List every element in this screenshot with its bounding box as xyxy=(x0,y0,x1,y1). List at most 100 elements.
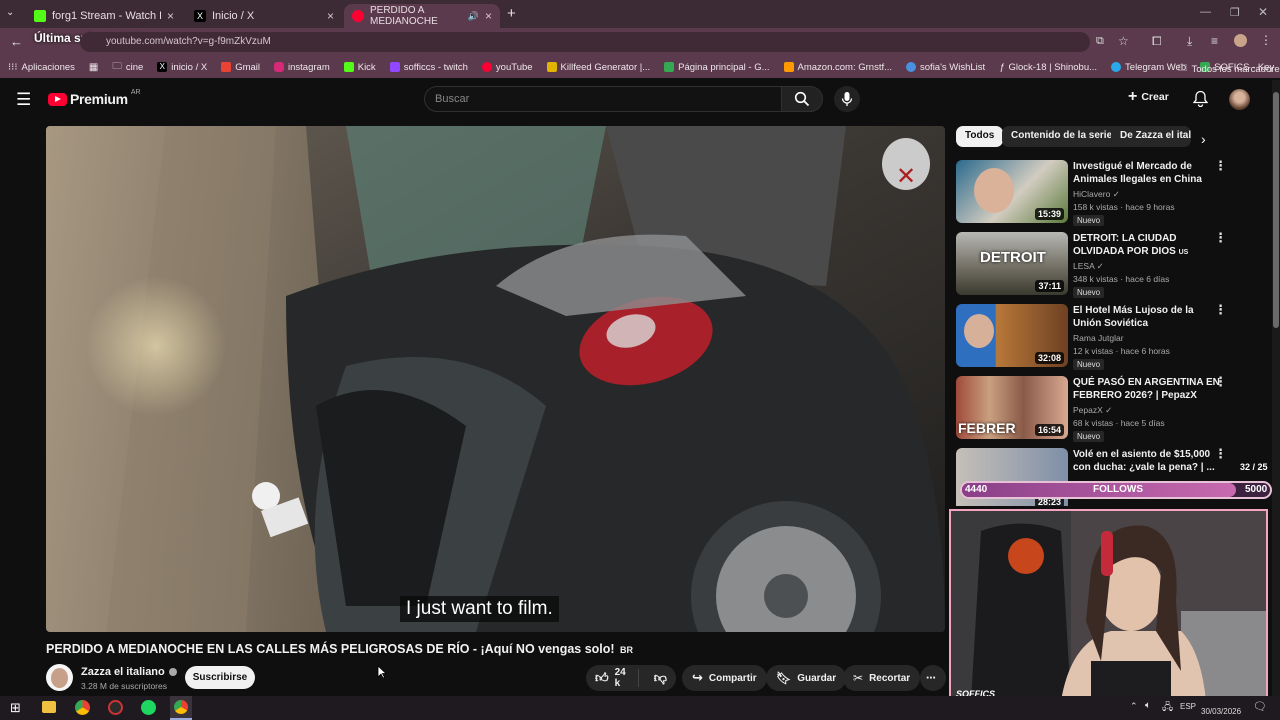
rec-menu-icon[interactable]: ⋮ xyxy=(1214,303,1227,316)
rec-thumbnail[interactable]: FEBRER 16:54 xyxy=(956,376,1068,439)
search-button[interactable] xyxy=(781,86,823,112)
chevron-right-icon[interactable]: › xyxy=(1201,131,1206,147)
like-button[interactable]: 👍︎ 24 k xyxy=(586,667,639,689)
app-icon[interactable] xyxy=(108,700,123,715)
notifications-bell-icon[interactable] xyxy=(1193,90,1208,107)
bookmark-label: sofficcs - twitch xyxy=(403,61,468,73)
bookmark-wishlist[interactable]: sofia's WishList xyxy=(906,62,985,73)
voice-search-button[interactable] xyxy=(834,86,860,112)
rec-menu-icon[interactable]: ⋮ xyxy=(1214,159,1227,172)
chip-de-zazza[interactable]: De Zazza el itali xyxy=(1111,126,1191,147)
rec-menu-icon[interactable]: ⋮ xyxy=(1214,231,1227,244)
bookmark-label: Telegram Web xyxy=(1125,61,1187,73)
tab-search-icon[interactable]: ⌄ xyxy=(6,7,14,18)
page-scrollbar[interactable] xyxy=(1272,80,1280,696)
back-arrow-icon[interactable]: ← xyxy=(10,34,23,49)
subscribe-button[interactable]: Suscribirse xyxy=(185,666,255,689)
system-tray-chevron-icon[interactable]: ⌃ xyxy=(1130,701,1138,712)
bookmark-label: sofia's WishList xyxy=(920,61,986,73)
network-icon[interactable]: 🖧︎ xyxy=(1162,700,1173,717)
channel-avatar[interactable] xyxy=(46,664,73,691)
bookmarks-bar: ⁝⁝⁝ Aplicaciones ▦ 🗀 cine Xinicio / X Gmai… xyxy=(0,56,1280,78)
url-field[interactable]: youtube.com/watch?v=g-f9mZkVzuM xyxy=(80,32,1090,52)
file-explorer-icon[interactable] xyxy=(42,701,56,713)
create-button[interactable]: + Crear xyxy=(1128,89,1169,105)
bookmark-star-icon[interactable]: ☆ xyxy=(1118,34,1129,48)
duration-badge: 37:11 xyxy=(1035,280,1064,292)
scrollbar-thumb[interactable] xyxy=(1273,92,1279,328)
close-tab-icon[interactable]: × xyxy=(167,9,174,23)
extensions-icon[interactable]: ⧠ xyxy=(1152,34,1162,49)
tab-youtube-video[interactable]: PERDIDO A MEDIANOCHE 🔊 × xyxy=(344,4,500,28)
bookmark-gmail[interactable]: Gmail xyxy=(221,62,260,73)
rec-item[interactable]: DETROIT 37:11 DETROIT: LA CIUDAD OLVIDAD… xyxy=(956,231,1246,298)
new-tab-button[interactable]: + xyxy=(507,5,516,22)
profile-avatar-icon[interactable] xyxy=(1234,34,1247,47)
dislike-button[interactable]: 👎︎ xyxy=(645,670,676,686)
kick-icon xyxy=(34,10,46,22)
close-tab-icon[interactable]: × xyxy=(485,9,492,23)
bookmark-x[interactable]: Xinicio / X xyxy=(157,62,207,73)
hamburger-menu-icon[interactable]: ☰ xyxy=(16,90,31,110)
windows-start-icon[interactable]: ⊞ xyxy=(10,700,21,716)
bookmark-youtube[interactable]: youTube xyxy=(481,62,533,73)
language-indicator[interactable]: ESP xyxy=(1180,702,1196,711)
rec-thumbnail[interactable]: DETROIT 37:11 xyxy=(956,232,1068,295)
youtube-icon xyxy=(481,62,492,72)
rec-menu-icon[interactable]: ⋮ xyxy=(1214,375,1227,388)
notifications-icon[interactable]: 🗨︎ xyxy=(1253,700,1267,713)
more-actions-button[interactable]: ⋯ xyxy=(920,665,946,691)
download-icon[interactable]: ⤓ xyxy=(1187,34,1192,49)
chrome-icon[interactable] xyxy=(75,700,90,715)
all-bookmarks[interactable]: 🗀 Todos los marcadores xyxy=(1178,61,1280,77)
microphone-icon xyxy=(841,92,853,106)
video-player[interactable]: ✕ I just want to film. xyxy=(46,126,945,632)
bookmark-glock[interactable]: ƒ Glock-18 | Shinobu... xyxy=(999,62,1097,73)
rec-menu-icon[interactable]: ⋮ xyxy=(1214,448,1227,460)
minimize-button[interactable]: — xyxy=(1200,6,1211,18)
clip-button[interactable]: ✂ Recortar xyxy=(843,665,921,691)
bookmark-apps[interactable]: ⁝⁝⁝ Aplicaciones xyxy=(8,62,75,73)
chip-todos[interactable]: Todos xyxy=(956,126,1004,147)
bookmark-label: Todos los marcadores xyxy=(1191,63,1280,75)
spotify-icon[interactable] xyxy=(141,700,156,715)
install-app-icon[interactable]: ⧉ xyxy=(1096,35,1104,48)
bookmark-amazon[interactable]: Amazon.com: Grnstf... xyxy=(783,62,892,73)
bookmark-instagram[interactable]: instagram xyxy=(274,62,330,73)
speaker-icon[interactable]: 🔊 xyxy=(468,11,479,22)
bookmark-twitch[interactable]: sofficcs - twitch xyxy=(389,61,468,73)
rec-item[interactable]: 15:39 Investigué el Mercado de Animales … xyxy=(956,159,1246,226)
bookmark-cine[interactable]: 🗀 cine xyxy=(112,59,143,75)
tab-kick-stream[interactable]: forg1 Stream - Watch Live on K × xyxy=(26,4,182,28)
channel-watermark[interactable]: ✕ xyxy=(882,138,930,190)
bookmark-drive[interactable]: Página principal - G... xyxy=(664,62,770,73)
grid-icon[interactable]: ▦ xyxy=(89,62,98,73)
volume-icon[interactable]: 🔈︎ xyxy=(1145,700,1151,711)
rec-channel-name: LESA xyxy=(1073,261,1095,271)
chrome-active-app[interactable] xyxy=(170,696,192,720)
media-icon[interactable]: ≡ xyxy=(1211,34,1218,48)
rec-thumbnail[interactable]: 32:08 xyxy=(956,304,1068,367)
webcam-feed-image xyxy=(951,511,1266,701)
tab-x-inicio[interactable]: X Inicio / X × xyxy=(186,4,342,28)
close-window-button[interactable]: ✕ xyxy=(1258,5,1268,19)
rec-item[interactable]: 32:08 El Hotel Más Lujoso de la Unión So… xyxy=(956,303,1246,370)
bookmark-killfeed[interactable]: Killfeed Generator |... xyxy=(546,62,650,73)
chrome-menu-icon[interactable]: ⋮ xyxy=(1260,33,1272,47)
bookmark-label: cine xyxy=(125,61,144,73)
rec-item[interactable]: FEBRER 16:54 QUÉ PASÓ EN ARGENTINA EN FE… xyxy=(956,375,1246,442)
clock-date[interactable]: 30/03/2026 xyxy=(1201,707,1241,716)
account-avatar[interactable] xyxy=(1229,89,1250,110)
bookmark-telegram[interactable]: Telegram Web xyxy=(1111,62,1186,73)
close-tab-icon[interactable]: × xyxy=(327,9,334,23)
chrome-icon xyxy=(174,700,188,714)
share-button[interactable]: ↪ Compartir xyxy=(682,665,767,691)
bookmark-kick[interactable]: Kick xyxy=(343,62,376,73)
channel-name[interactable]: Zazza el italiano xyxy=(81,666,177,678)
chip-contenido-serie[interactable]: Contenido de la serie xyxy=(1002,126,1122,147)
maximize-button[interactable]: ❐ xyxy=(1230,6,1240,19)
youtube-premium-logo[interactable]: Premium AR xyxy=(48,89,141,107)
save-button[interactable]: 🔖︎ Guardar xyxy=(766,665,847,691)
rec-thumbnail[interactable]: 15:39 xyxy=(956,160,1068,223)
search-input[interactable]: Buscar xyxy=(424,86,782,112)
